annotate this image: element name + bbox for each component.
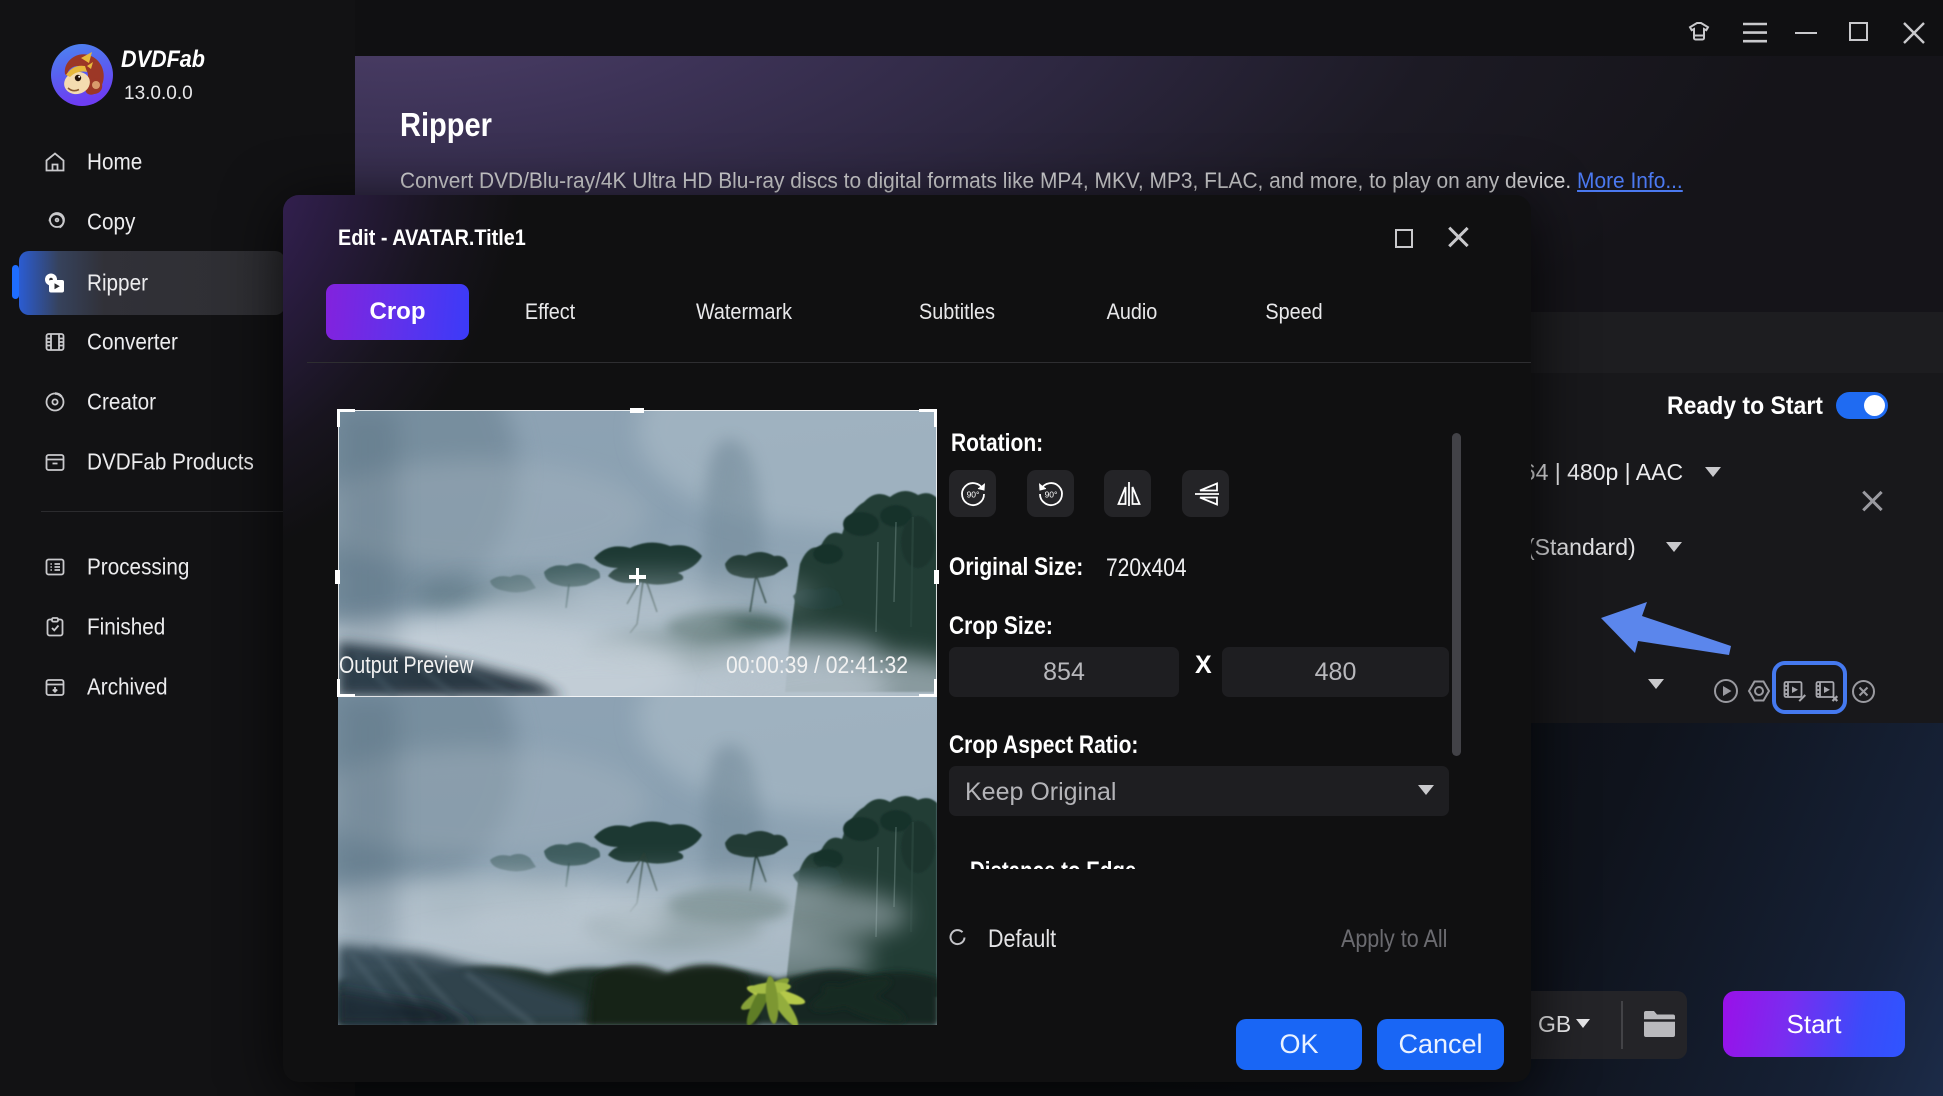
- svg-text:90°: 90°: [967, 490, 980, 500]
- svg-text:90°: 90°: [1045, 490, 1058, 500]
